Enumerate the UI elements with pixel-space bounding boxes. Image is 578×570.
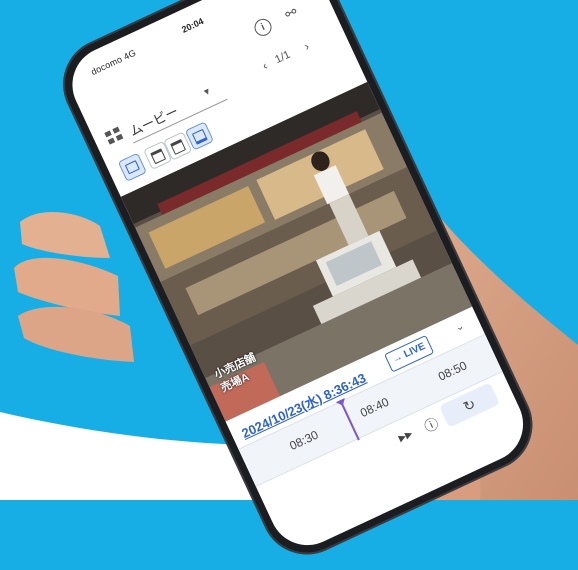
camera-group-icon <box>104 126 124 145</box>
chevron-down-icon[interactable]: ▼ <box>201 85 213 98</box>
status-time: 20:04 <box>180 16 206 35</box>
fast-forward-icon[interactable]: ▸▸ <box>395 425 415 446</box>
info-icon[interactable]: i <box>251 16 275 39</box>
pager-text: 1/1 <box>273 48 293 67</box>
tick-label: 08:50 <box>435 358 470 384</box>
share-icon[interactable]: ⚯ <box>282 3 300 23</box>
chevron-right-icon[interactable]: › <box>302 39 312 53</box>
playhead[interactable] <box>339 399 360 441</box>
chevron-left-icon[interactable]: ‹ <box>260 58 270 72</box>
tick-label: 08:30 <box>287 427 321 453</box>
layout-single-button[interactable] <box>117 152 147 182</box>
help-icon[interactable]: ⓘ <box>421 413 442 437</box>
chevron-down-icon[interactable]: ⌄ <box>454 321 466 335</box>
live-label: LIVE <box>402 340 428 361</box>
tick-label: 08:40 <box>357 394 392 421</box>
